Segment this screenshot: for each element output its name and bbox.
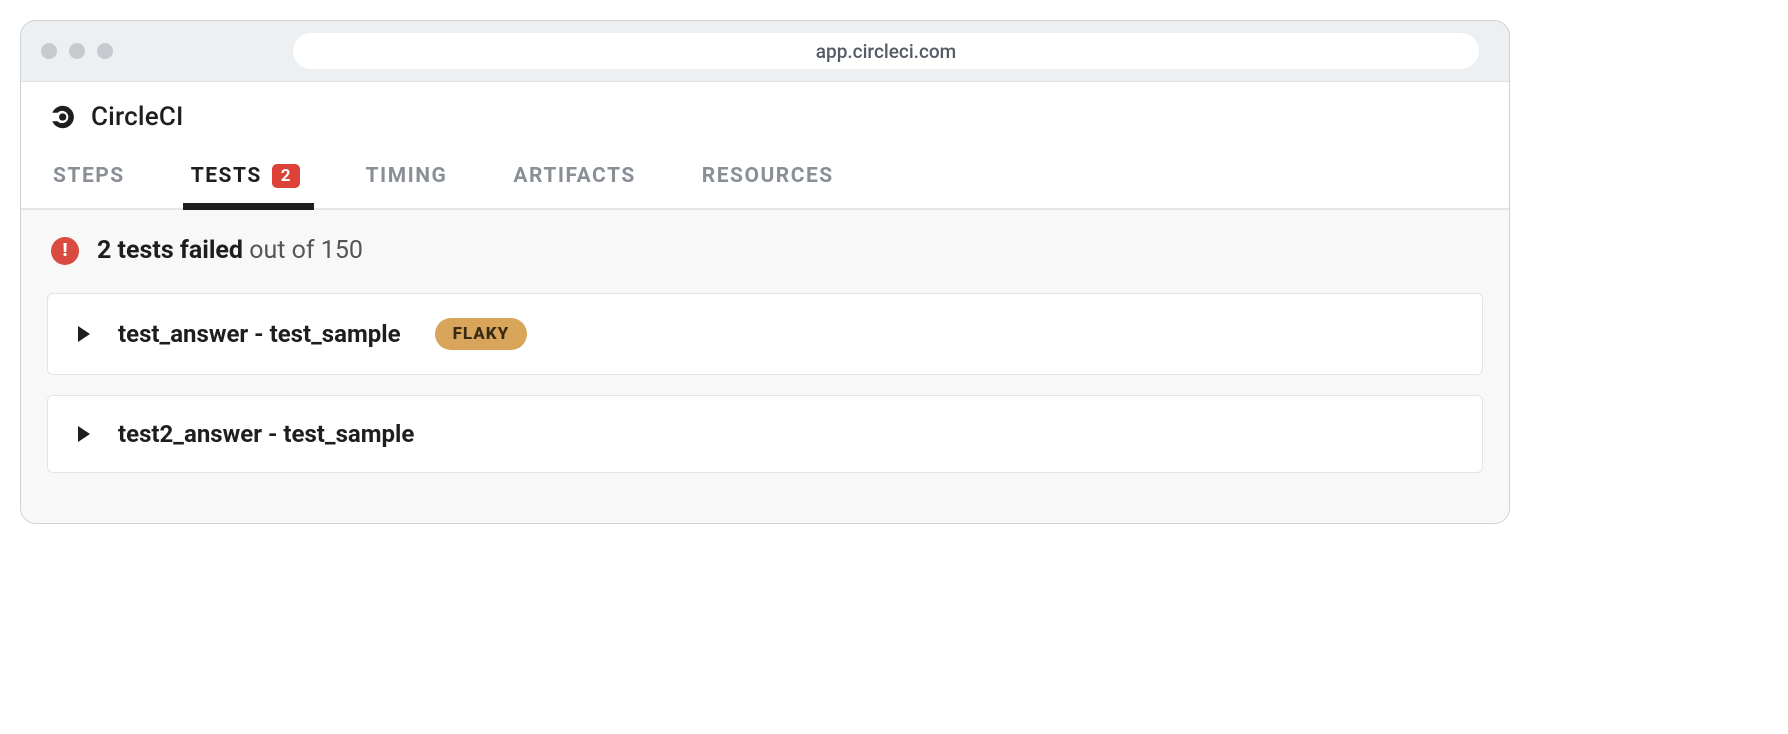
tab-resources[interactable]: RESOURCES [698, 154, 838, 208]
expand-icon [78, 326, 90, 342]
traffic-light-minimize[interactable] [69, 43, 85, 59]
tab-label: TESTS [191, 164, 262, 188]
test-name: test2_answer - test_sample [118, 420, 414, 448]
fail-icon: ! [51, 237, 79, 265]
tabs: STEPS TESTS 2 TIMING ARTIFACTS RESOURCES [21, 140, 1509, 210]
tab-badge: 2 [272, 164, 300, 188]
tab-artifacts[interactable]: ARTIFACTS [509, 154, 639, 208]
page-content: CircleCI STEPS TESTS 2 TIMING ARTIFACTS … [21, 82, 1509, 523]
traffic-light-close[interactable] [41, 43, 57, 59]
tab-label: TIMING [366, 164, 448, 188]
summary-rest: out of 150 [243, 236, 363, 265]
tab-label: STEPS [53, 164, 125, 188]
test-row[interactable]: test2_answer - test_sample [47, 395, 1483, 473]
expand-icon [78, 426, 90, 442]
tab-label: ARTIFACTS [513, 164, 635, 188]
test-name: test_answer - test_sample [118, 320, 401, 348]
page-header: CircleCI [21, 82, 1509, 140]
tab-timing[interactable]: TIMING [362, 154, 452, 208]
summary-text: 2 tests failed out of 150 [97, 236, 363, 265]
browser-chrome: app.circleci.com [21, 21, 1509, 82]
test-row[interactable]: test_answer - test_sample FLAKY [47, 293, 1483, 375]
browser-window: app.circleci.com CircleCI STEPS TESTS 2 … [20, 20, 1510, 524]
traffic-lights [41, 43, 113, 59]
test-summary: ! 2 tests failed out of 150 [47, 236, 1483, 265]
results-panel: ! 2 tests failed out of 150 test_answer … [21, 210, 1509, 523]
tab-label: RESOURCES [702, 164, 834, 188]
brand-name: CircleCI [91, 102, 184, 132]
traffic-light-maximize[interactable] [97, 43, 113, 59]
summary-bold: 2 tests failed [97, 236, 243, 265]
flaky-badge: FLAKY [435, 318, 528, 350]
circleci-logo-icon [47, 103, 75, 131]
url-bar[interactable]: app.circleci.com [293, 33, 1479, 69]
url-text: app.circleci.com [816, 40, 956, 63]
tab-steps[interactable]: STEPS [49, 154, 129, 208]
tab-tests[interactable]: TESTS 2 [187, 154, 304, 208]
